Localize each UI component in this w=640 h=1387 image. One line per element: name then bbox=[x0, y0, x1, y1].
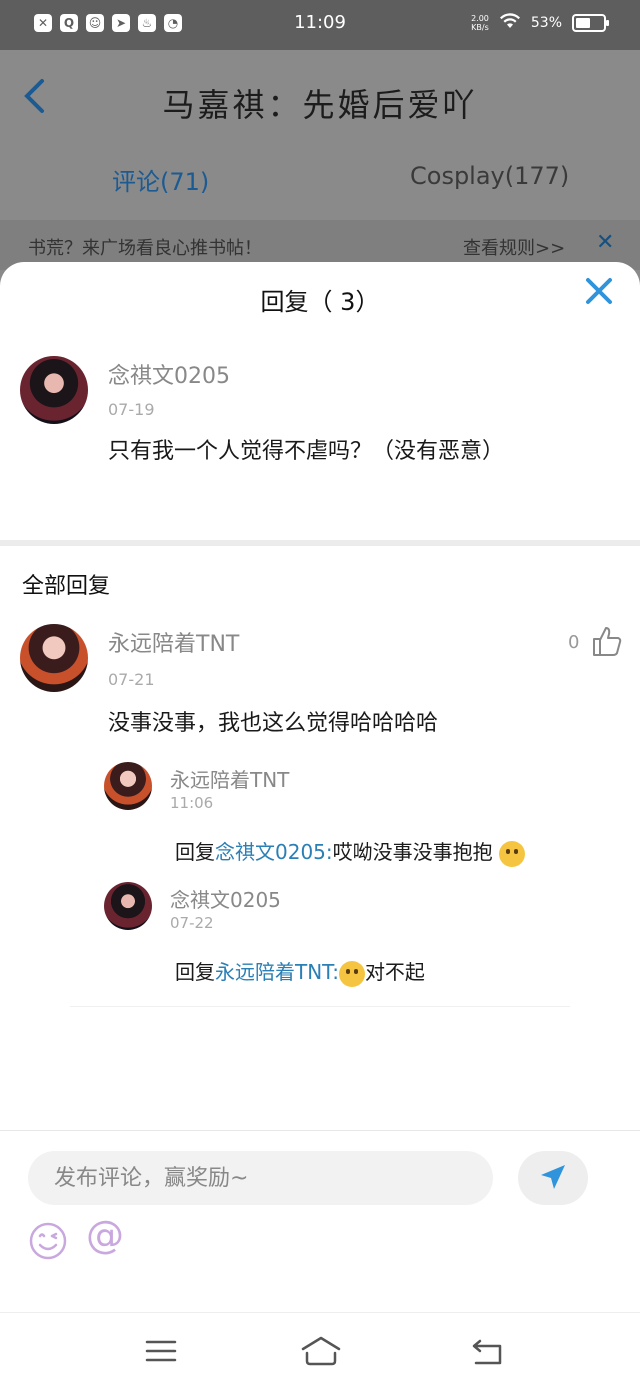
divider bbox=[70, 1006, 570, 1007]
sub-reply-content: 回复念祺文0205:哎呦没事没事抱抱 bbox=[175, 836, 525, 867]
comment-date: 07-19 bbox=[108, 400, 155, 419]
battery-icon bbox=[572, 14, 609, 32]
network-speed: 2.00 KB/s bbox=[471, 14, 489, 32]
avatar[interactable] bbox=[104, 882, 152, 930]
avatar[interactable] bbox=[20, 624, 88, 692]
sub-reply-date: 07-22 bbox=[170, 914, 214, 932]
comment-input-bar: @ bbox=[0, 1130, 640, 1312]
comment-input[interactable] bbox=[28, 1151, 493, 1205]
comment-content: 只有我一个人觉得不虐吗？（没有恶意） bbox=[108, 439, 505, 464]
crying-emoji-icon bbox=[338, 960, 365, 987]
page-title: 马嘉祺：先婚后爱吖 bbox=[162, 86, 478, 124]
notice-text[interactable]: 书荒？来广场看良心推书帖！ bbox=[28, 234, 262, 260]
header: 马嘉祺：先婚后爱吖 bbox=[0, 50, 640, 150]
avatar[interactable] bbox=[104, 762, 152, 810]
section-title: 全部回复 bbox=[22, 574, 111, 599]
sub-reply-author[interactable]: 念祺文0205 bbox=[170, 884, 281, 913]
reply-content: 没事没事，我也这么觉得哈哈哈哈 bbox=[108, 711, 439, 736]
tab-cosplay[interactable]: Cosplay(177) bbox=[410, 162, 569, 190]
status-bar: ✕ Q ☺ ➤ ♨ ◔ 11:09 2.00 KB/s 53% bbox=[0, 0, 640, 50]
menu-icon[interactable] bbox=[143, 1333, 179, 1369]
sheet-close-icon[interactable] bbox=[585, 274, 613, 314]
reply-date: 07-21 bbox=[108, 670, 155, 689]
send-icon bbox=[541, 1164, 565, 1189]
mention-at-icon[interactable]: @ bbox=[86, 1213, 124, 1257]
comment-author[interactable]: 念祺文0205 bbox=[108, 358, 230, 390]
thumbs-up-icon[interactable] bbox=[590, 624, 624, 658]
sheet-title: 回复（ 3） bbox=[260, 288, 380, 316]
reply-author[interactable]: 永远陪着TNT bbox=[108, 626, 239, 658]
wifi-icon bbox=[499, 12, 521, 34]
send-button[interactable] bbox=[518, 1151, 588, 1205]
battery-percent: 53% bbox=[530, 15, 562, 31]
back-icon[interactable] bbox=[470, 1333, 506, 1369]
emoji-picker-icon[interactable] bbox=[28, 1221, 68, 1261]
rules-link[interactable]: 查看规则>> bbox=[463, 234, 565, 260]
sub-reply-date: 11:06 bbox=[170, 794, 214, 812]
sub-reply-author[interactable]: 永远陪着TNT bbox=[170, 764, 289, 793]
avatar[interactable] bbox=[20, 356, 88, 424]
tab-comments[interactable]: 评论(71) bbox=[112, 162, 209, 197]
hug-emoji-icon bbox=[499, 840, 525, 867]
sub-reply-content: 回复永远陪着TNT: 对不起 bbox=[175, 956, 425, 987]
home-icon[interactable] bbox=[300, 1333, 342, 1369]
like-count: 0 bbox=[568, 632, 580, 653]
reply-sheet: 回复（ 3） 念祺文0205 07-19 只有我一个人觉得不虐吗？（没有恶意） … bbox=[0, 262, 640, 1312]
mention-link[interactable]: 念祺文0205: bbox=[215, 840, 333, 864]
divider bbox=[0, 540, 640, 546]
status-right: 2.00 KB/s 53% bbox=[471, 12, 609, 34]
tab-bar: 评论(71) Cosplay(177) bbox=[0, 150, 640, 220]
mention-link[interactable]: 永远陪着TNT: bbox=[215, 960, 339, 984]
notice-close-icon[interactable]: ✕ bbox=[596, 230, 614, 255]
system-nav-bar bbox=[0, 1312, 640, 1387]
